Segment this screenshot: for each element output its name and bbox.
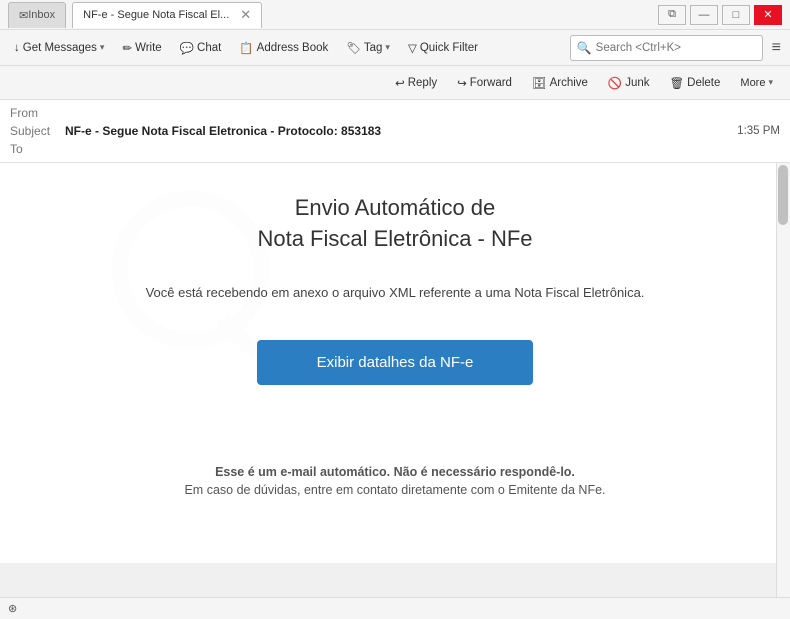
search-box[interactable]: 🔍 (570, 35, 763, 61)
maximize-button[interactable]: □ (722, 5, 750, 25)
get-messages-label: Get Messages (23, 42, 97, 54)
restore-button[interactable]: ⧉ (658, 5, 686, 25)
inbox-tab-label: Inbox (28, 9, 55, 21)
more-chevron: ▾ (768, 77, 773, 88)
forward-label: Forward (470, 77, 512, 89)
junk-icon: 🚫 (608, 76, 622, 90)
subject-value: NF-e - Segue Nota Fiscal Eletronica - Pr… (65, 124, 737, 138)
chat-button[interactable]: 💬 Chat (172, 34, 230, 62)
status-icon: ⊛ (8, 602, 17, 615)
delete-icon: 🗑 (670, 76, 685, 90)
close-button[interactable]: ✕ (754, 5, 782, 25)
more-label: More (740, 77, 765, 89)
menu-icon[interactable]: ≡ (769, 36, 784, 60)
write-label: Write (135, 42, 162, 54)
email-tab[interactable]: NF-e - Segue Nota Fiscal El... ✕ (72, 2, 262, 28)
from-label: From (10, 106, 65, 120)
forward-button[interactable]: ↪ Forward (448, 70, 521, 96)
tag-button[interactable]: 🏷 Tag ▾ (338, 34, 398, 62)
chat-label: Chat (197, 42, 221, 54)
tag-label: Tag (364, 42, 383, 54)
tab-close-icon[interactable]: ✕ (240, 7, 251, 23)
email-actions-bar: ↩ Reply ↪ Forward 🗄 Archive 🚫 Junk 🗑 Del… (0, 66, 790, 100)
tag-icon: 🏷 (346, 41, 361, 55)
email-tab-label: NF-e - Segue Nota Fiscal El... (83, 9, 229, 21)
address-book-label: Address Book (257, 42, 329, 54)
filter-icon: ▽ (408, 41, 417, 55)
address-book-button[interactable]: 📋 Address Book (231, 34, 336, 62)
subject-label: Subject (10, 124, 65, 138)
window-controls: ⧉ — □ ✕ (658, 5, 782, 25)
scrollbar-track[interactable] (776, 163, 790, 597)
email-view: ↩ Reply ↪ Forward 🗄 Archive 🚫 Junk 🗑 Del… (0, 66, 790, 597)
email-footer: Esse é um e-mail automático. Não é neces… (60, 465, 730, 497)
email-body-text: Você está recebendo em anexo o arquivo X… (60, 285, 730, 300)
main-toolbar: ↓ Get Messages ▾ ✏ Write 💬 Chat 📋 Addres… (0, 30, 790, 66)
get-messages-chevron: ▾ (100, 42, 105, 53)
statusbar: ⊛ (0, 597, 790, 619)
titlebar-left: ✉ Inbox NF-e - Segue Nota Fiscal El... ✕ (8, 2, 262, 28)
titlebar: ✉ Inbox NF-e - Segue Nota Fiscal El... ✕… (0, 0, 790, 30)
get-messages-icon: ↓ (14, 42, 20, 54)
footer-line2: Em caso de dúvidas, entre em contato dir… (60, 483, 730, 497)
reply-label: Reply (408, 77, 437, 89)
from-value (65, 106, 780, 120)
email-title-line2: Nota Fiscal Eletrônica - NFe (257, 226, 532, 251)
more-button[interactable]: More ▾ (731, 70, 782, 96)
main-content: ↩ Reply ↪ Forward 🗄 Archive 🚫 Junk 🗑 Del… (0, 66, 790, 597)
email-time: 1:35 PM (737, 125, 780, 137)
tag-chevron: ▾ (385, 42, 390, 53)
junk-button[interactable]: 🚫 Junk (599, 70, 659, 96)
inbox-tab[interactable]: ✉ Inbox (8, 2, 66, 28)
archive-label: Archive (550, 77, 588, 89)
to-value (65, 142, 780, 156)
to-label: To (10, 142, 65, 156)
archive-icon: 🗄 (532, 76, 547, 90)
delete-label: Delete (687, 77, 720, 89)
search-icon: 🔍 (577, 41, 592, 55)
subject-row: Subject NF-e - Segue Nota Fiscal Eletron… (10, 122, 780, 140)
email-title-line1: Envio Automático de (295, 195, 496, 220)
footer-line1: Esse é um e-mail automático. Não é neces… (60, 465, 730, 479)
minimize-button[interactable]: — (690, 5, 718, 25)
quick-filter-label: Quick Filter (420, 42, 478, 54)
address-book-icon: 📋 (239, 41, 253, 55)
email-header: From Subject NF-e - Segue Nota Fiscal El… (0, 100, 790, 163)
inbox-icon: ✉ (19, 9, 28, 22)
archive-button[interactable]: 🗄 Archive (523, 70, 597, 96)
reply-button[interactable]: ↩ Reply (386, 70, 446, 96)
junk-label: Junk (625, 77, 649, 89)
scrollbar-thumb[interactable] (778, 165, 788, 225)
quick-filter-button[interactable]: ▽ Quick Filter (400, 34, 486, 62)
delete-button[interactable]: 🗑 Delete (661, 70, 730, 96)
email-body: PTC risk.com Envio Automático de Nota Fi… (0, 163, 790, 563)
email-scroll-area[interactable]: PTC risk.com Envio Automático de Nota Fi… (0, 163, 790, 597)
get-messages-button[interactable]: ↓ Get Messages ▾ (6, 34, 112, 62)
to-row: To (10, 140, 780, 158)
write-button[interactable]: ✏ Write (114, 34, 169, 62)
from-row: From (10, 104, 780, 122)
search-input[interactable] (596, 42, 756, 54)
write-icon: ✏ (122, 41, 132, 55)
chat-icon: 💬 (180, 41, 194, 55)
email-content: Envio Automático de Nota Fiscal Eletrôni… (60, 193, 730, 497)
forward-icon: ↪ (457, 76, 467, 90)
reply-icon: ↩ (395, 76, 405, 90)
email-title: Envio Automático de Nota Fiscal Eletrôni… (60, 193, 730, 255)
cta-button[interactable]: Exibir datalhes da NF-e (257, 340, 534, 385)
